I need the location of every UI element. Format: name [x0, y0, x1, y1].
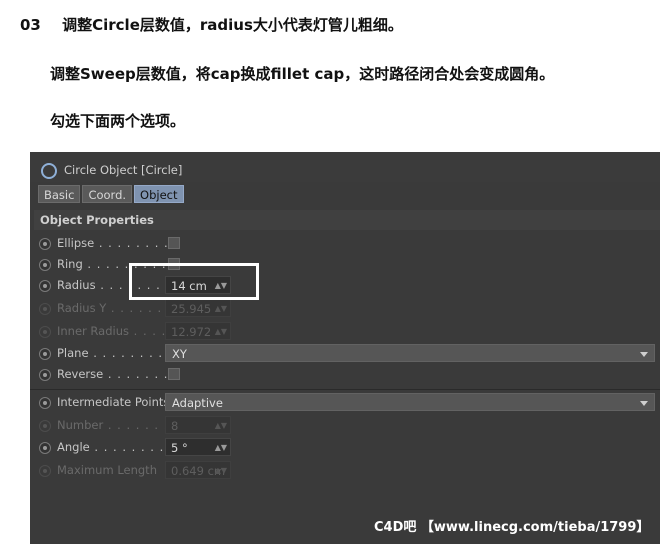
row-maximum-length: Maximum Length 0.649 cm ▲▼ — [38, 461, 238, 481]
section-object-properties: Object Properties — [34, 210, 660, 230]
number-label: Number — [57, 418, 104, 432]
chevron-down-icon — [640, 401, 648, 406]
row-inner-radius: Inner Radius . . . . . . 12.972 cm ▲▼ — [38, 322, 238, 357]
panel-title-bar: Circle Object [Circle] — [30, 152, 660, 182]
spinner-arrows-icon[interactable]: ▲▼ — [215, 439, 227, 457]
animate-radio-icon[interactable] — [39, 348, 51, 360]
inner-radius-label: Inner Radius — [57, 324, 129, 338]
leader-dots: . . . . . . . . — [95, 278, 171, 292]
section-divider — [30, 389, 660, 390]
chevron-down-icon — [640, 352, 648, 357]
animate-radio-icon[interactable] — [39, 238, 51, 250]
ellipse-checkbox[interactable] — [168, 237, 180, 249]
animate-radio-icon — [39, 303, 51, 315]
radius-input[interactable]: 14 cm ▲▼ — [165, 276, 231, 294]
reverse-label: Reverse — [57, 367, 104, 381]
spinner-arrows-icon: ▲▼ — [214, 327, 227, 336]
row-reverse: Reverse . . . . . . . . — [38, 365, 198, 385]
reverse-checkbox[interactable] — [168, 368, 180, 380]
animate-radio-icon[interactable] — [39, 369, 51, 381]
spinner-arrows-icon: ▲▼ — [214, 304, 227, 313]
intermediate-points-label: Intermediate Points — [57, 395, 170, 409]
row-radius: Radius . . . . . . . . 14 cm ▲▼ — [38, 276, 238, 296]
animate-radio-icon[interactable] — [39, 442, 51, 454]
inner-radius-input: 12.972 cm ▲▼ — [165, 322, 231, 357]
angle-label: Angle — [57, 440, 90, 454]
number-input: 8 ▲▼ — [165, 416, 231, 434]
row-ring: Ring . . . . . . . . . . — [38, 255, 198, 275]
angle-input[interactable]: 5 ° ▲▼ — [165, 438, 231, 456]
panel-title: Circle Object [Circle] — [64, 163, 183, 177]
tab-bar: Basic Coord. Object — [38, 185, 184, 203]
maximum-length-input: 0.649 cm ▲▼ — [165, 461, 231, 479]
angle-value: 5 ° — [171, 441, 188, 455]
animate-radio-icon[interactable] — [39, 259, 51, 271]
watermark: C4D吧 【www.linecg.com/tieba/1799】 — [374, 520, 650, 535]
animate-radio-icon[interactable] — [39, 397, 51, 409]
animate-radio-icon — [39, 326, 51, 338]
maximum-length-label: Maximum Length — [57, 463, 157, 477]
radius-y-label: Radius Y — [57, 301, 107, 315]
spinner-arrows-icon[interactable]: ▲▼ — [215, 277, 227, 295]
circle-object-icon — [41, 163, 57, 179]
radius-label: Radius — [57, 278, 96, 292]
radius-value: 14 cm — [171, 279, 207, 293]
instruction-line-2: 调整Sweep层数值，将cap换成fillet cap，这时路径闭合处会变成圆角… — [50, 65, 555, 83]
instruction-step-3: 03 调整Circle层数值，radius大小代表灯管儿粗细。 — [20, 14, 403, 35]
leader-dots: . . . . . . — [106, 301, 163, 315]
intermediate-points-value: Adaptive — [172, 396, 223, 410]
ellipse-label: Ellipse — [57, 236, 95, 250]
tab-coord[interactable]: Coord. — [82, 185, 133, 203]
tab-basic[interactable]: Basic — [38, 185, 81, 203]
plane-label: Plane — [57, 346, 89, 360]
plane-value: XY — [172, 347, 187, 361]
spinner-arrows-icon: ▲▼ — [214, 421, 227, 430]
leader-dots: . . . . . . . . — [103, 367, 178, 381]
leader-dots: . . . . . . . . . — [94, 236, 179, 250]
row-ellipse: Ellipse . . . . . . . . . — [38, 234, 198, 254]
instruction-line-1: 调整Circle层数值，radius大小代表灯管儿粗细。 — [62, 16, 403, 34]
tab-object[interactable]: Object — [134, 185, 184, 203]
row-intermediate-points: Intermediate Points Adaptive — [38, 393, 656, 413]
row-number: Number . . . . . . . . 8 ▲▼ — [38, 416, 238, 436]
spinner-arrows-icon: ▲▼ — [214, 466, 227, 475]
animate-radio-icon[interactable] — [39, 280, 51, 292]
leader-dots: . . . . . . . . . . — [82, 257, 176, 271]
plane-dropdown[interactable]: XY — [165, 344, 655, 362]
ring-label: Ring — [57, 257, 83, 271]
intermediate-points-dropdown[interactable]: Adaptive — [165, 393, 655, 411]
attribute-manager-panel: Circle Object [Circle] Basic Coord. Obje… — [30, 152, 660, 544]
row-angle: Angle . . . . . . . . . . 5 ° ▲▼ — [38, 438, 238, 458]
number-value: 8 — [171, 419, 179, 433]
step-number: 03 — [20, 16, 41, 34]
animate-radio-icon — [39, 465, 51, 477]
instruction-line-3: 勾选下面两个选项。 — [50, 112, 186, 130]
row-radius-y: Radius Y . . . . . . 25.945 cm ▲▼ — [38, 299, 238, 334]
animate-radio-icon — [39, 420, 51, 432]
radius-y-input: 25.945 cm ▲▼ — [165, 299, 231, 334]
ring-checkbox[interactable] — [168, 258, 180, 270]
row-plane: Plane . . . . . . . . . . . XY — [38, 344, 656, 364]
